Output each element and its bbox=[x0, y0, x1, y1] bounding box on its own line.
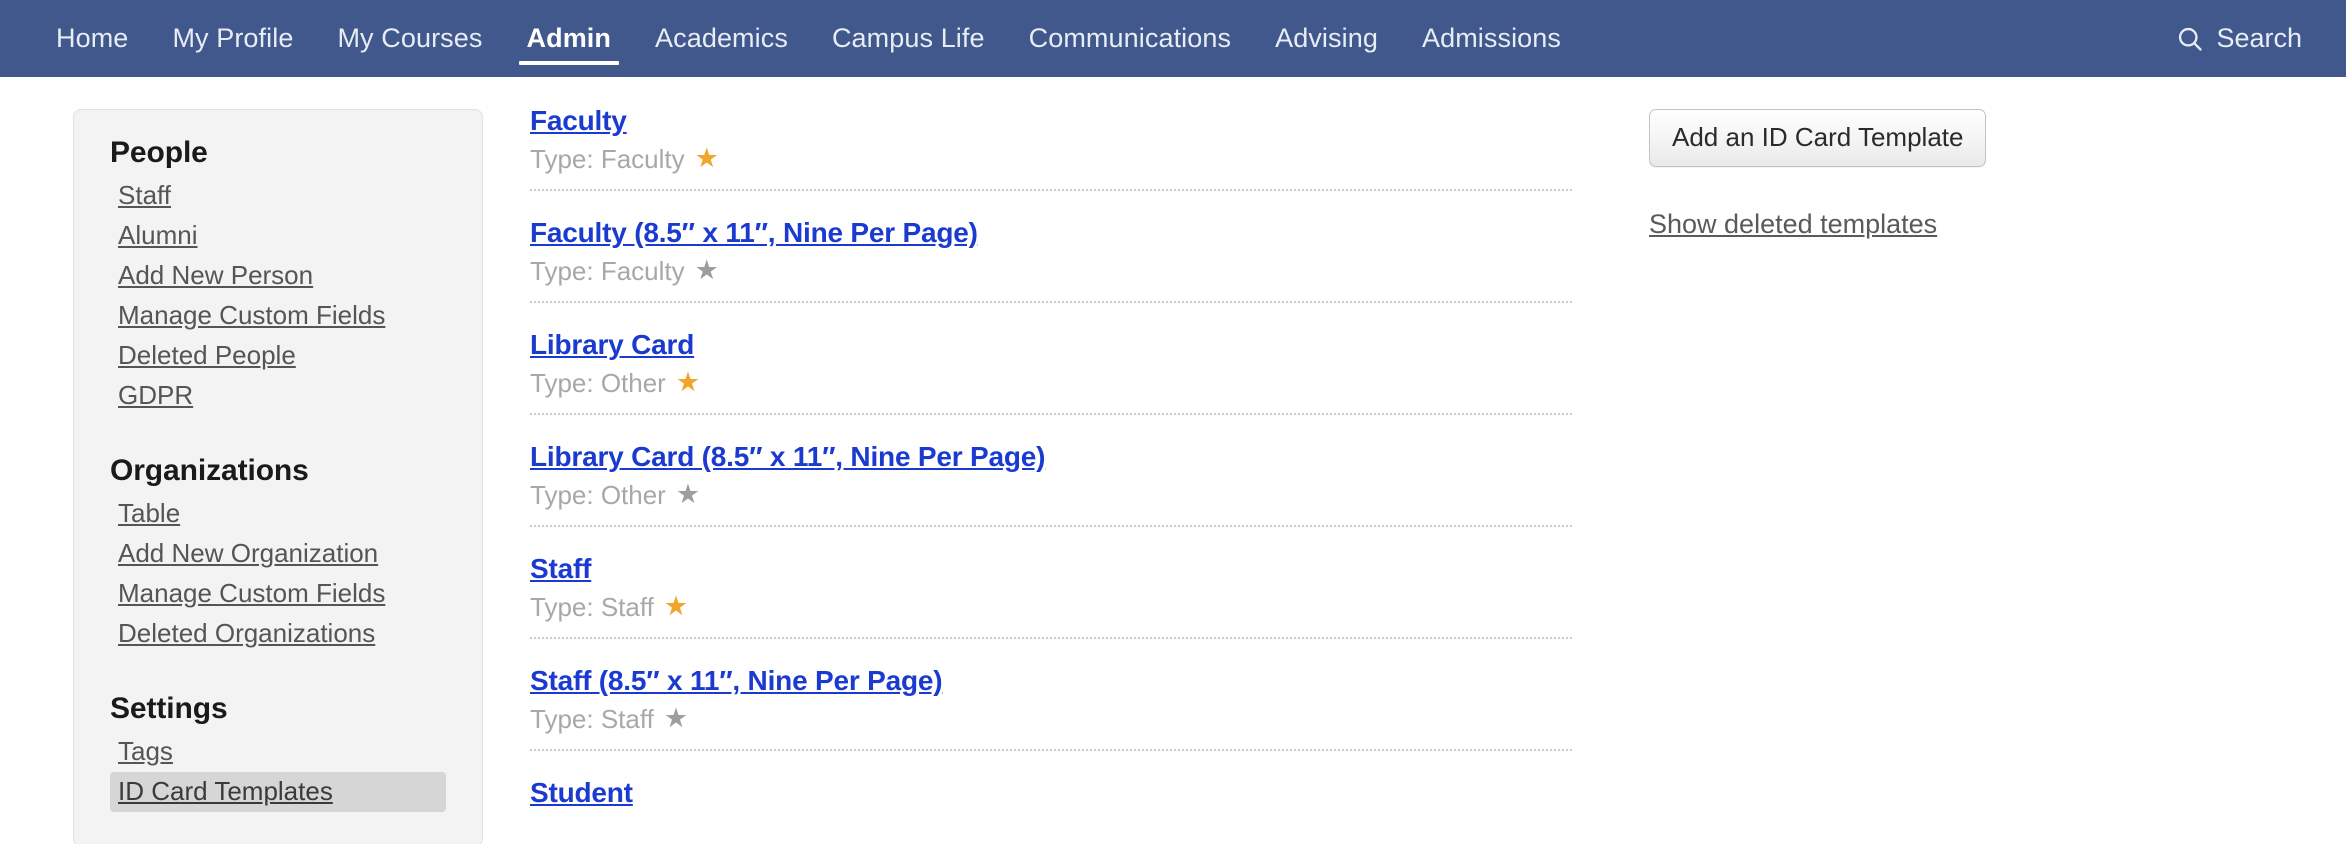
nav-item-academics[interactable]: Academics bbox=[633, 0, 810, 77]
sidebar-group-organizations: Organizations Table Add New Organization Ma… bbox=[74, 454, 482, 654]
sidebar-group-people: People Staff Alumni Add New Person Manage Cu… bbox=[74, 136, 482, 416]
template-type-label: Type: Staff bbox=[530, 591, 654, 622]
star-outline-icon[interactable]: ★ bbox=[676, 480, 700, 508]
template-row: Library Card Type: Other ★ bbox=[530, 327, 1572, 416]
search-button[interactable]: Search bbox=[2176, 23, 2346, 54]
nav-item-admin[interactable]: Admin bbox=[505, 0, 634, 77]
template-title-link[interactable]: Staff (8.5″ x 11″, Nine Per Page) bbox=[530, 663, 1572, 699]
template-row: Staff (8.5″ x 11″, Nine Per Page) Type: S… bbox=[530, 663, 1572, 752]
template-type-label: Type: Faculty bbox=[530, 143, 685, 174]
top-navbar: Home My Profile My Courses Admin Academics Ca… bbox=[0, 0, 2346, 77]
nav-item-my-profile[interactable]: My Profile bbox=[150, 0, 315, 77]
sidebar-item-add-new-person[interactable]: Add New Person bbox=[110, 256, 446, 296]
sidebar-item-add-new-organization[interactable]: Add New Organization bbox=[110, 534, 446, 574]
sidebar-heading-people: People bbox=[110, 136, 208, 169]
template-type-label: Type: Other bbox=[530, 479, 666, 510]
nav-item-admissions[interactable]: Admissions bbox=[1400, 0, 1583, 77]
search-label: Search bbox=[2216, 23, 2302, 53]
template-meta: Type: Staff ★ bbox=[530, 592, 1572, 623]
sidebar-item-alumni[interactable]: Alumni bbox=[110, 216, 446, 256]
sidebar-item-id-card-templates[interactable]: ID Card Templates bbox=[110, 772, 446, 812]
template-title-link[interactable]: Faculty (8.5″ x 11″, Nine Per Page) bbox=[530, 215, 1572, 251]
nav-item-advising[interactable]: Advising bbox=[1253, 0, 1400, 77]
sidebar-group-spacer bbox=[74, 664, 482, 692]
template-meta: Type: Faculty ★ bbox=[530, 144, 1572, 175]
add-id-card-template-button[interactable]: Add an ID Card Template bbox=[1649, 109, 1987, 167]
nav-item-communications[interactable]: Communications bbox=[1007, 0, 1253, 77]
template-row: Student bbox=[530, 775, 1572, 825]
star-filled-icon[interactable]: ★ bbox=[664, 592, 688, 620]
sidebar-item-deleted-organizations[interactable]: Deleted Organizations bbox=[110, 614, 446, 654]
id-card-template-list: Faculty Type: Faculty ★ Faculty (8.5″ x 11″… bbox=[530, 103, 1572, 844]
template-meta: Type: Other ★ bbox=[530, 368, 1572, 399]
sidebar-heading-settings: Settings bbox=[110, 692, 228, 725]
template-row: Library Card (8.5″ x 11″, Nine Per Page)… bbox=[530, 439, 1572, 528]
show-deleted-templates-link[interactable]: Show deleted templates bbox=[1649, 209, 2049, 240]
sidebar-heading-organizations: Organizations bbox=[110, 454, 309, 487]
template-title-link[interactable]: Student bbox=[530, 775, 1572, 811]
nav-items: Home My Profile My Courses Admin Academics Ca… bbox=[34, 0, 1583, 77]
template-title-link[interactable]: Library Card bbox=[530, 327, 1572, 363]
template-title-link[interactable]: Library Card (8.5″ x 11″, Nine Per Page) bbox=[530, 439, 1572, 475]
star-filled-icon[interactable]: ★ bbox=[695, 144, 719, 172]
sidebar-item-table[interactable]: Table bbox=[110, 494, 446, 534]
sidebar-item-manage-custom-fields[interactable]: Manage Custom Fields bbox=[110, 574, 446, 614]
template-meta: Type: Faculty ★ bbox=[530, 256, 1572, 287]
page-body: People Staff Alumni Add New Person Manage Cu… bbox=[0, 77, 2346, 844]
admin-sidebar: People Staff Alumni Add New Person Manage Cu… bbox=[73, 109, 483, 844]
sidebar-item-manage-custom-fields[interactable]: Manage Custom Fields bbox=[110, 296, 446, 336]
sidebar-item-tags[interactable]: Tags bbox=[110, 732, 446, 772]
search-icon bbox=[2176, 25, 2204, 53]
sidebar-item-deleted-people[interactable]: Deleted People bbox=[110, 336, 446, 376]
star-outline-icon[interactable]: ★ bbox=[695, 256, 719, 284]
template-type-label: Type: Other bbox=[530, 367, 666, 398]
template-meta: Type: Other ★ bbox=[530, 480, 1572, 511]
star-outline-icon[interactable]: ★ bbox=[664, 705, 688, 732]
template-type-label: Type: Faculty bbox=[530, 255, 685, 286]
template-row: Faculty (8.5″ x 11″, Nine Per Page) Type:… bbox=[530, 215, 1572, 304]
template-title-link[interactable]: Staff bbox=[530, 551, 1572, 587]
sidebar-item-staff[interactable]: Staff bbox=[110, 176, 446, 216]
template-row: Faculty Type: Faculty ★ bbox=[530, 103, 1572, 192]
right-action-panel: Add an ID Card Template Show deleted tem… bbox=[1649, 109, 2049, 240]
nav-item-campus-life[interactable]: Campus Life bbox=[810, 0, 1007, 77]
star-filled-icon[interactable]: ★ bbox=[676, 368, 700, 396]
template-row: Staff Type: Staff ★ bbox=[530, 551, 1572, 640]
sidebar-item-gdpr[interactable]: GDPR bbox=[110, 376, 446, 416]
template-title-link[interactable]: Faculty bbox=[530, 103, 1572, 139]
template-meta: Type: Staff ★ bbox=[530, 704, 1572, 735]
nav-item-my-courses[interactable]: My Courses bbox=[315, 0, 504, 77]
sidebar-group-spacer bbox=[74, 426, 482, 454]
nav-item-home[interactable]: Home bbox=[34, 0, 150, 77]
sidebar-group-settings: Settings Tags ID Card Templates bbox=[74, 692, 482, 812]
template-type-label: Type: Staff bbox=[530, 703, 654, 734]
